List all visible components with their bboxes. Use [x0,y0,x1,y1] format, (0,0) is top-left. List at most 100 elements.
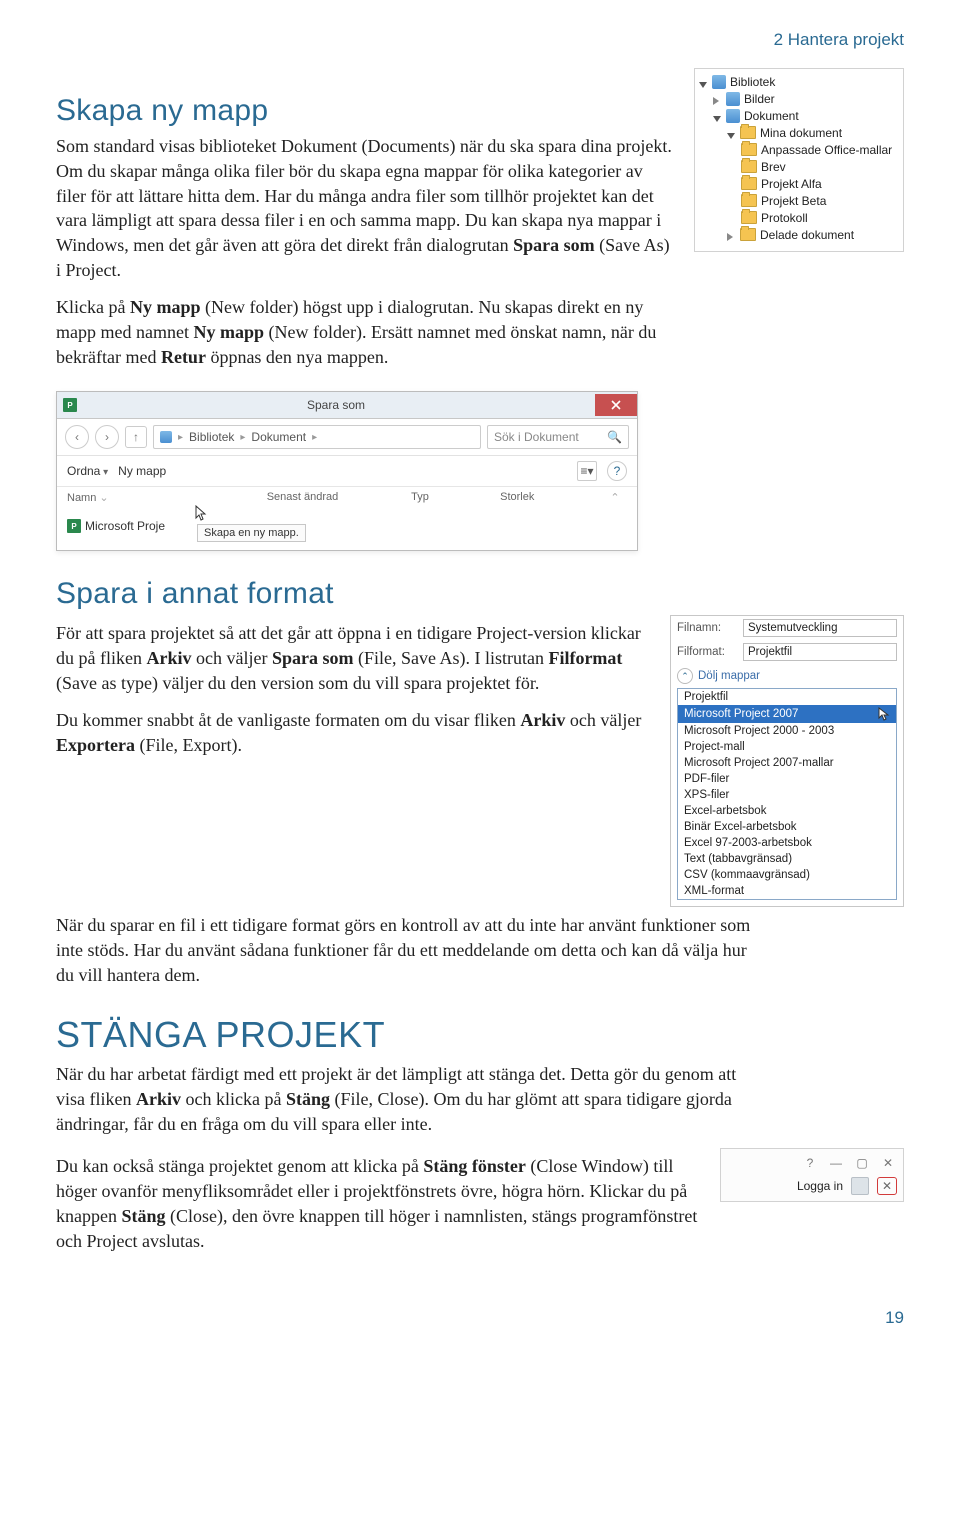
close-icon[interactable]: ✕ [879,1155,897,1171]
documents-icon [726,109,740,123]
column-headers[interactable]: Namn Senast ändrad Typ Storlek ⌃ [57,487,637,506]
help-icon[interactable]: ? [801,1155,819,1171]
library-icon [712,75,726,89]
tree-item[interactable]: Protokoll [761,211,808,225]
col-size[interactable]: Storlek [500,491,597,504]
minimize-icon[interactable]: — [827,1155,845,1171]
project-app-icon: P [63,398,77,412]
search-icon: 🔍 [607,430,622,444]
fileformat-field[interactable]: Projektfil [743,643,897,661]
format-option[interactable]: Project-mall [678,739,896,755]
para: För att spara projektet så att det går a… [56,621,652,695]
save-as-dialog: P Spara som ‹ › ↑ ▸ Bibliotek ▸ Dokument… [56,391,638,551]
up-button[interactable]: ↑ [125,426,147,448]
heading-stanga-projekt: STÄNGA PROJEKT [56,1014,904,1056]
breadcrumb[interactable]: ▸ Bibliotek ▸ Dokument ▸ [153,425,481,449]
filename-field[interactable]: Systemutveckling [743,619,897,637]
forward-button[interactable]: › [95,425,119,449]
tree-item[interactable]: Projekt Alfa [761,177,822,191]
tree-item[interactable]: Projekt Beta [761,194,826,208]
twisty-icon[interactable] [727,128,736,137]
text-bold: Arkiv [146,648,191,668]
text-bold: Exportera [56,735,135,755]
chevron-icon: ▸ [178,432,183,443]
twisty-icon[interactable] [713,111,722,120]
breadcrumb-item[interactable]: Dokument [251,430,306,444]
scroll-up-icon[interactable]: ⌃ [603,491,627,504]
para: Du kommer snabbt åt de vanligaste format… [56,708,652,758]
hide-folders-button[interactable]: ⌃Dölj mappar [671,664,903,688]
folder-icon [740,228,756,241]
format-option[interactable]: Microsoft Project 2007-mallar [678,755,896,771]
text: öppnas den nya mappen. [206,347,388,367]
text: (File, Export). [135,735,242,755]
avatar-icon[interactable] [851,1177,869,1195]
col-name[interactable]: Namn [67,491,261,504]
tree-item[interactable]: Anpassade Office-mallar [761,143,892,157]
para: Som standard visas biblioteket Dokument … [56,134,676,283]
close-button[interactable] [595,394,637,416]
search-input[interactable]: Sök i Dokument 🔍 [487,425,629,449]
tree-item[interactable]: Dokument [744,109,799,123]
para: När du sparar en fil i ett tidigare form… [56,913,756,987]
text-bold: Arkiv [136,1089,181,1109]
format-option[interactable]: Text (tabbavgränsad) [678,851,896,867]
hide-folders-label: Dölj mappar [698,670,760,682]
fileformat-dropdown[interactable]: Projektfil Microsoft Project 2007 Micros… [677,688,897,900]
twisty-icon[interactable] [713,94,722,103]
breadcrumb-item[interactable]: Bibliotek [189,430,234,444]
format-option[interactable]: PDF-filer [678,771,896,787]
folder-icon [741,143,757,156]
format-option[interactable]: CSV (kommaavgränsad) [678,867,896,883]
sign-in-link[interactable]: Logga in [797,1179,843,1193]
twisty-icon[interactable] [727,230,736,239]
page-number: 19 [56,1308,904,1328]
text: Du kan också stänga projektet genom att … [56,1156,423,1176]
twisty-icon[interactable] [699,77,708,86]
library-icon [160,431,172,443]
format-option[interactable]: XPS-filer [678,787,896,803]
organize-button[interactable]: Ordna [67,464,108,478]
text: och väljer [191,648,271,668]
tree-item[interactable]: Mina dokument [760,126,842,140]
text-bold: Stäng [286,1089,330,1109]
format-option[interactable]: Binär Excel-arbetsbok [678,819,896,835]
back-button[interactable]: ‹ [65,425,89,449]
folder-tree-panel: Bibliotek Bilder Dokument Mina dokument … [694,68,904,252]
format-option[interactable]: XML-format [678,883,896,899]
cursor-icon [195,505,207,521]
chevron-icon: ▸ [240,432,245,443]
format-option-selected[interactable]: Microsoft Project 2007 [678,705,896,723]
text: (Save as type) väljer du den version som… [56,673,539,693]
tree-item[interactable]: Brev [761,160,786,174]
tree-root[interactable]: Bibliotek [730,75,775,89]
col-type[interactable]: Typ [411,491,494,504]
heading-skapa-ny-mapp: Skapa ny mapp [56,94,676,128]
view-button[interactable]: ≡▾ [577,461,597,481]
text-bold: Filformat [548,648,622,668]
project-app-icon: P [67,519,81,533]
maximize-icon[interactable]: ▢ [853,1155,871,1171]
search-placeholder: Sök i Dokument [494,430,579,444]
para: När du har arbetat färdigt med ett proje… [56,1062,756,1136]
format-option[interactable]: Projektfil [678,689,896,705]
text-bold: Spara som [513,235,595,255]
col-modified[interactable]: Senast ändrad [267,491,405,504]
chevron-icon: ▸ [312,432,317,443]
tree-item[interactable]: Delade dokument [760,228,854,242]
new-folder-button[interactable]: Ny mapp [118,464,166,478]
dialog-title: Spara som [77,398,595,412]
format-option[interactable]: Excel 97-2003-arbetsbok [678,835,896,851]
format-option[interactable]: Microsoft Project 2000 - 2003 [678,723,896,739]
help-icon[interactable]: ? [607,461,627,481]
format-option[interactable]: Excel-arbetsbok [678,803,896,819]
text: och klicka på [181,1089,286,1109]
nav-pane-label: Microsoft Proje [85,519,165,533]
tree-item[interactable]: Bilder [744,92,775,106]
cursor-icon [878,707,890,721]
text-bold: Stäng fönster [423,1156,526,1176]
close-window-button[interactable]: ✕ [877,1177,897,1195]
nav-pane-item[interactable]: P Microsoft Proje [67,510,187,542]
folder-icon [741,211,757,224]
chapter-label: 2 Hantera projekt [56,30,904,50]
